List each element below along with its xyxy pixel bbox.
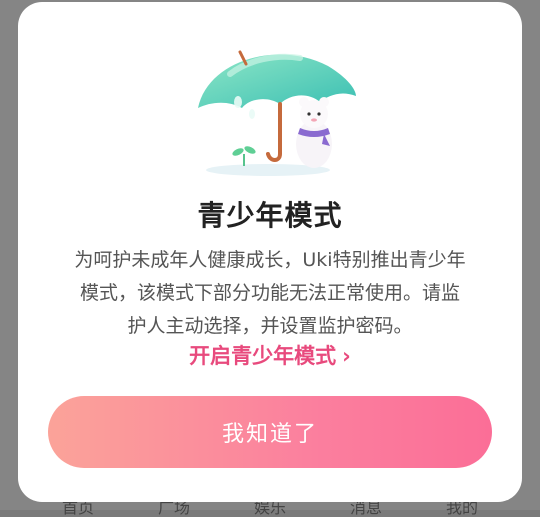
enable-teen-mode-link[interactable]: 开启青少年模式 › [18, 340, 522, 370]
chevron-right-icon: › [342, 344, 351, 368]
umbrella-bear-illustration [18, 30, 522, 180]
nav-item-plaza: 广场 [157, 498, 190, 517]
enable-teen-mode-label: 开启青少年模式 [189, 344, 337, 368]
teen-mode-dialog: 青少年模式 为呵护未成年人健康成长，Uki特别推出青少年模式，该模式下部分功能无… [18, 2, 522, 502]
nav-item-me: 我的 [445, 498, 478, 517]
nav-item-entertainment: 娱乐 [253, 498, 286, 517]
nav-item-home: 首页 [61, 498, 94, 517]
dialog-title: 青少年模式 [197, 199, 343, 232]
dialog-description: 为呵护未成年人健康成长，Uki特别推出青少年模式，该模式下部分功能无法正常使用。… [74, 249, 466, 337]
nav-item-messages: 消息 [349, 498, 382, 517]
got-it-button[interactable]: 我知道了 [48, 396, 492, 468]
